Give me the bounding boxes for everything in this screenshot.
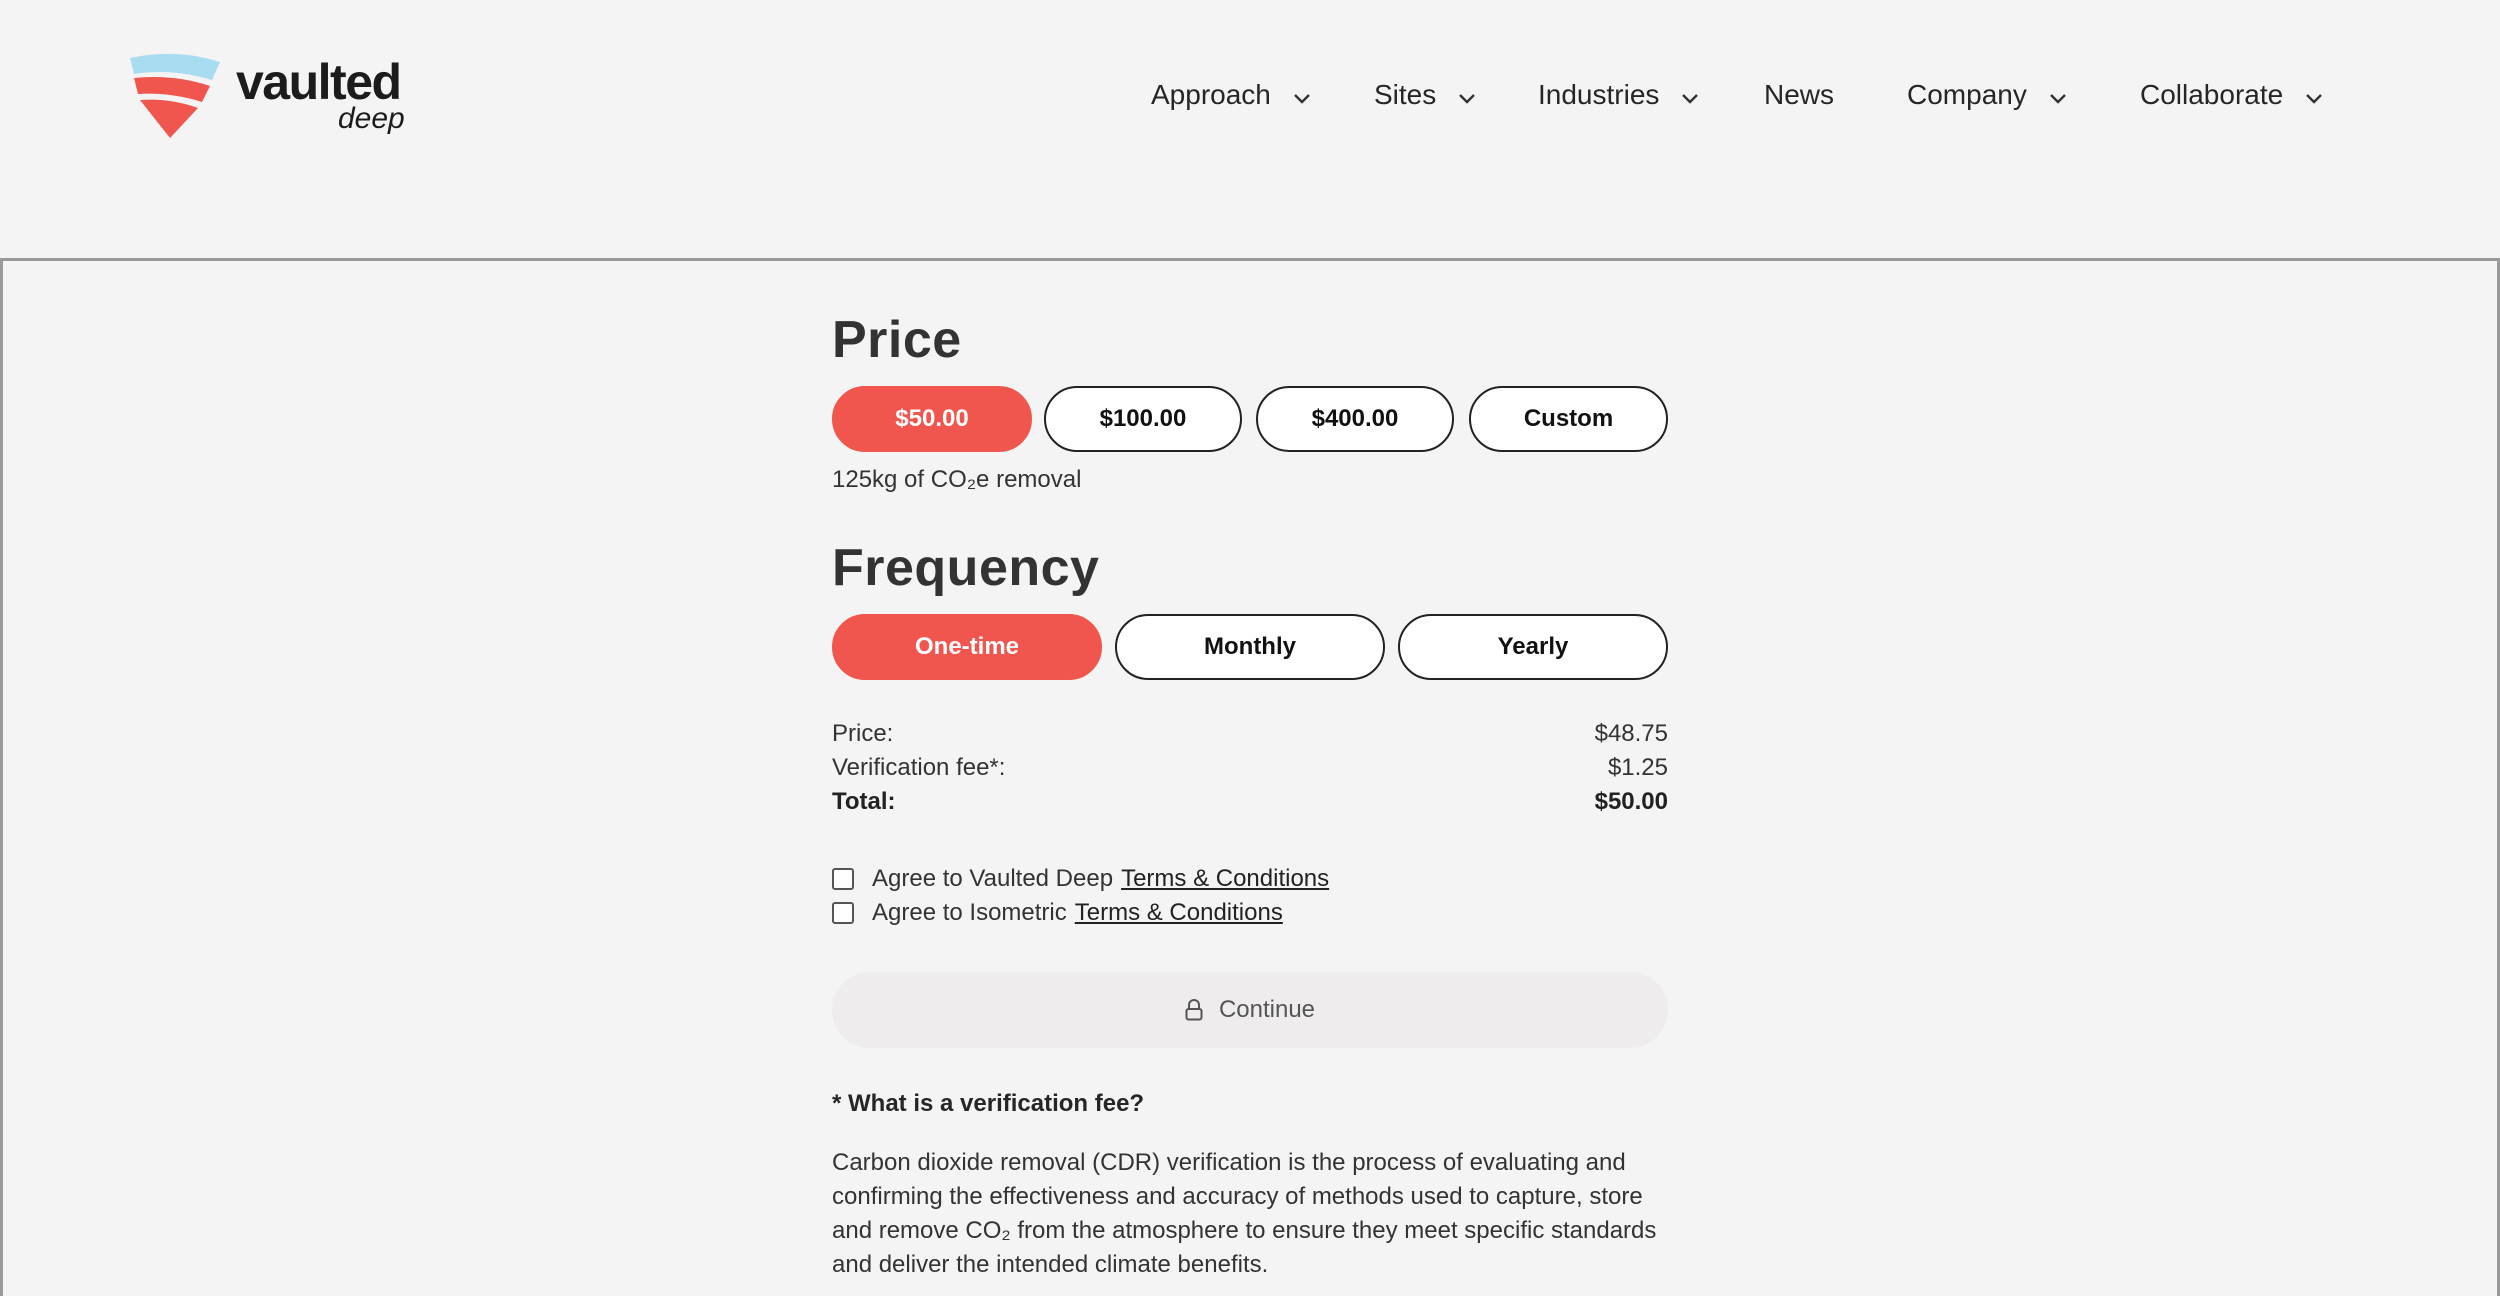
co2-removal-note: 125kg of CO₂e removal [832,466,1082,493]
summary-total-label: Total: [832,788,896,815]
continue-button[interactable]: Continue [832,972,1668,1048]
summary-price-row: Price: $48.75 [832,720,1668,754]
price-option-custom[interactable]: Custom [1469,386,1668,452]
site-header: vaulted deep Approach Sites Industries N… [0,0,2500,260]
price-heading: Price [832,311,962,369]
summary-total-value: $50.00 [1594,788,1668,815]
nav-item-label: Sites [1374,79,1437,110]
vaulted-deep-logo-icon [130,53,220,138]
faq-question: * What is a verification fee? [832,1090,1145,1117]
nav-item-label: Industries [1538,79,1660,110]
brand-logo[interactable]: vaulted deep [126,52,416,142]
nav-item-collaborate[interactable]: Collaborate [2140,70,2323,120]
lock-icon [1185,999,1203,1021]
chevron-down-icon [2306,94,2323,104]
chevron-down-icon [1682,94,1699,104]
nav-item-news[interactable]: News [1764,70,1834,120]
summary-price-label: Price: [832,720,894,747]
nav-item-label: Approach [1151,79,1271,110]
agreement-isometric: Agree to Isometric Terms & Conditions [832,896,1668,930]
frequency-options: One-time Monthly Yearly [832,614,1668,680]
frequency-heading: Frequency [832,539,1100,597]
summary-total-row: Total: $50.00 [832,788,1668,822]
continue-label: Continue [1218,996,1316,1023]
nav-item-company[interactable]: Company [1907,70,2067,120]
nav-item-industries[interactable]: Industries [1538,70,1699,120]
price-summary: Price: $48.75 Verification fee*: $1.25 T… [832,720,1668,822]
isometric-terms-link[interactable]: Terms & Conditions [1075,899,1283,927]
faq-answer: Carbon dioxide removal (CDR) verificatio… [832,1149,1657,1278]
summary-fee-value: $1.25 [1607,754,1668,781]
nav-item-label: Company [1907,79,2027,110]
vaulted-terms-link[interactable]: Terms & Conditions [1121,865,1329,893]
agree-isometric-checkbox[interactable] [832,902,854,924]
agree-vaulted-checkbox[interactable] [832,868,854,890]
frequency-option-monthly[interactable]: Monthly [1115,614,1385,680]
summary-fee-row: Verification fee*: $1.25 [832,754,1668,788]
agreement-text: Agree to Vaulted Deep [872,865,1114,892]
nav-item-label: News [1764,79,1835,110]
price-option-50[interactable]: $50.00 [832,386,1032,452]
price-option-100[interactable]: $100.00 [1044,386,1242,452]
agreement-text: Agree to Isometric [872,899,1067,926]
price-options: $50.00 $100.00 $400.00 Custom [832,386,1668,452]
nav-item-sites[interactable]: Sites [1374,70,1476,120]
chevron-down-icon [2049,94,2066,104]
header-divider [0,258,2500,261]
nav-item-approach[interactable]: Approach [1151,70,1311,120]
frequency-option-one-time[interactable]: One-time [832,614,1102,680]
summary-price-value: $48.75 [1594,720,1668,747]
agreements: Agree to Vaulted Deep Terms & Conditions… [832,862,1668,930]
frame-edge-left [0,260,3,1296]
summary-fee-label: Verification fee*: [832,754,1006,781]
chevron-down-icon [1459,94,1476,104]
price-option-400[interactable]: $400.00 [1256,386,1454,452]
agreement-vaulted-deep: Agree to Vaulted Deep Terms & Conditions [832,862,1668,896]
frequency-option-yearly[interactable]: Yearly [1398,614,1668,680]
brand-subname: deep [338,102,405,135]
chevron-down-icon [1294,94,1310,104]
nav-item-label: Collaborate [2140,79,2284,110]
